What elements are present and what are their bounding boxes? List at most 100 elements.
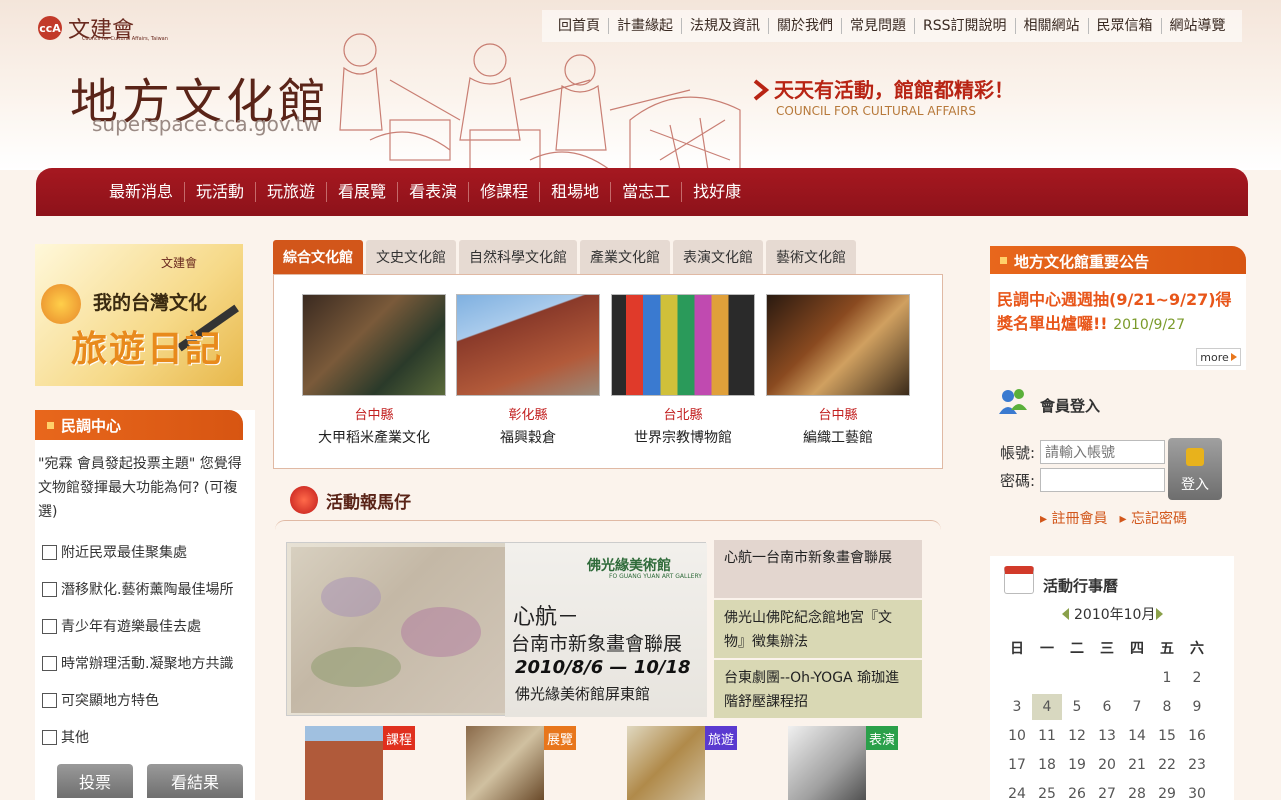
venue-photo[interactable] — [766, 294, 910, 396]
calendar-day[interactable]: 27 — [1092, 781, 1122, 800]
announcement-item[interactable]: 民調中心週週抽(9/21~9/27)得獎名單出爐囉!! 2010/9/27 — [997, 288, 1243, 337]
venue-photo[interactable] — [456, 294, 600, 396]
calendar-day[interactable]: 3 — [1002, 694, 1032, 720]
venue-name[interactable]: 編織工藝館 — [766, 427, 910, 447]
view-results-button[interactable]: 看結果 — [147, 764, 243, 798]
calendar-day[interactable]: 30 — [1182, 781, 1212, 800]
tab-natural-science[interactable]: 自然科學文化館 — [459, 240, 577, 274]
checkbox[interactable] — [42, 581, 57, 597]
topnav-sitemap[interactable]: 網站導覽 — [1160, 18, 1234, 34]
calendar-day[interactable]: 19 — [1062, 752, 1092, 778]
activity-item[interactable]: 台東劇團--Oh-YOGA 瑜珈進階舒壓課程招 — [714, 660, 922, 718]
thumb-image[interactable] — [788, 726, 866, 800]
calendar-day[interactable]: 26 — [1062, 781, 1092, 800]
nav-activities[interactable]: 玩活動 — [184, 182, 255, 202]
topnav-regulations[interactable]: 法規及資訊 — [681, 18, 768, 34]
poll-option[interactable]: 青少年有遊樂最佳去處 — [42, 616, 201, 636]
activity-item[interactable]: 心航一台南市新象畫會聯展 — [714, 540, 922, 598]
venue-card[interactable]: 彰化縣 福興穀倉 — [456, 294, 600, 447]
thumb-image[interactable] — [466, 726, 544, 800]
calendar-day[interactable]: 8 — [1152, 694, 1182, 720]
nav-deals[interactable]: 找好康 — [681, 182, 752, 202]
checkbox[interactable] — [42, 618, 57, 634]
venue-card[interactable]: 台北縣 世界宗教博物館 — [611, 294, 755, 447]
calendar-day[interactable]: 24 — [1002, 781, 1032, 800]
activity-thumb-performance[interactable]: 表演 — [788, 726, 898, 800]
venue-photo[interactable] — [611, 294, 755, 396]
tab-history[interactable]: 文史文化館 — [366, 240, 456, 274]
calendar-day[interactable]: 2 — [1182, 665, 1212, 691]
calendar-day[interactable]: 5 — [1062, 694, 1092, 720]
nav-travel[interactable]: 玩旅遊 — [255, 182, 326, 202]
calendar-day[interactable]: 7 — [1122, 694, 1152, 720]
tab-comprehensive[interactable]: 綜合文化館 — [273, 240, 363, 274]
topnav-about[interactable]: 關於我們 — [768, 18, 841, 34]
venue-photo[interactable] — [302, 294, 446, 396]
travel-diary-banner[interactable]: 文建會 我的台灣文化 旅遊日記 — [35, 244, 243, 386]
calendar-day[interactable]: 10 — [1002, 723, 1032, 749]
activity-item[interactable]: 佛光山佛陀紀念館地宮『文物』徵集辦法 — [714, 600, 922, 658]
account-input[interactable] — [1040, 440, 1165, 464]
password-input[interactable] — [1040, 468, 1165, 492]
checkbox[interactable] — [42, 729, 57, 745]
activity-thumb-exhibition[interactable]: 展覽 — [466, 726, 576, 800]
venue-name[interactable]: 世界宗教博物館 — [611, 427, 755, 447]
topnav-mailbox[interactable]: 民眾信箱 — [1087, 18, 1161, 34]
nav-exhibitions[interactable]: 看展覽 — [326, 182, 397, 202]
more-button[interactable]: more — [1196, 348, 1241, 366]
tab-industry[interactable]: 產業文化館 — [580, 240, 670, 274]
calendar-day[interactable]: 15 — [1152, 723, 1182, 749]
thumb-image[interactable] — [627, 726, 705, 800]
nav-venue-rental[interactable]: 租場地 — [539, 182, 610, 202]
checkbox[interactable] — [42, 692, 57, 708]
calendar-day[interactable]: 21 — [1122, 752, 1152, 778]
forgot-password-link[interactable]: ▸ 忘記密碼 — [1119, 508, 1186, 528]
checkbox[interactable] — [42, 544, 57, 560]
calendar-day[interactable]: 28 — [1122, 781, 1152, 800]
topnav-origin[interactable]: 計畫緣起 — [608, 18, 681, 34]
calendar-day[interactable]: 14 — [1122, 723, 1152, 749]
calendar-day[interactable]: 16 — [1182, 723, 1212, 749]
calendar-day[interactable]: 4 — [1032, 693, 1062, 720]
venue-name[interactable]: 大甲稻米產業文化 — [302, 427, 446, 447]
calendar-day[interactable]: 29 — [1152, 781, 1182, 800]
checkbox[interactable] — [42, 655, 57, 671]
poll-option[interactable]: 附近民眾最佳聚集處 — [42, 542, 187, 562]
topnav-faq[interactable]: 常見問題 — [841, 18, 914, 34]
nav-news[interactable]: 最新消息 — [98, 182, 184, 202]
register-link[interactable]: ▸ 註冊會員 — [1040, 508, 1107, 528]
calendar-day[interactable]: 1 — [1152, 665, 1182, 691]
calendar-day[interactable]: 25 — [1032, 781, 1062, 800]
activity-feature-banner[interactable]: 佛光緣美術館 FO GUANG YUAN ART GALLERY 心航－ 台南市… — [286, 542, 707, 717]
poll-option[interactable]: 其他 — [42, 727, 89, 747]
calendar-day[interactable]: 23 — [1182, 752, 1212, 778]
topnav-rss[interactable]: RSS訂閱說明 — [914, 18, 1015, 34]
tab-performance[interactable]: 表演文化館 — [673, 240, 763, 274]
venue-card[interactable]: 台中縣 大甲稻米產業文化 — [302, 294, 446, 447]
tab-art[interactable]: 藝術文化館 — [766, 240, 856, 274]
nav-courses[interactable]: 修課程 — [468, 182, 539, 202]
calendar-day[interactable]: 18 — [1032, 752, 1062, 778]
topnav-links[interactable]: 相關網站 — [1014, 18, 1088, 34]
calendar-day[interactable]: 22 — [1152, 752, 1182, 778]
calendar-day[interactable]: 11 — [1032, 723, 1062, 749]
nav-performances[interactable]: 看表演 — [397, 182, 468, 202]
poll-option[interactable]: 可突顯地方特色 — [42, 690, 159, 710]
calendar-day[interactable]: 13 — [1092, 723, 1122, 749]
calendar-day[interactable]: 12 — [1062, 723, 1092, 749]
thumb-image[interactable] — [305, 726, 383, 800]
calendar-day[interactable]: 17 — [1002, 752, 1032, 778]
next-month-icon[interactable] — [1156, 608, 1163, 620]
venue-card[interactable]: 台中縣 編織工藝館 — [766, 294, 910, 447]
prev-month-icon[interactable] — [1062, 608, 1069, 620]
activity-thumb-course[interactable]: 課程 — [305, 726, 415, 800]
calendar-day[interactable]: 9 — [1182, 694, 1212, 720]
nav-volunteer[interactable]: 當志工 — [610, 182, 681, 202]
poll-option[interactable]: 潛移默化.藝術薰陶最佳場所 — [42, 579, 233, 599]
login-button[interactable]: 登入 — [1168, 438, 1222, 500]
topnav-home[interactable]: 回首頁 — [550, 18, 608, 34]
activity-thumb-travel[interactable]: 旅遊 — [627, 726, 737, 800]
calendar-day[interactable]: 6 — [1092, 694, 1122, 720]
venue-name[interactable]: 福興穀倉 — [456, 427, 600, 447]
vote-button[interactable]: 投票 — [57, 764, 133, 798]
